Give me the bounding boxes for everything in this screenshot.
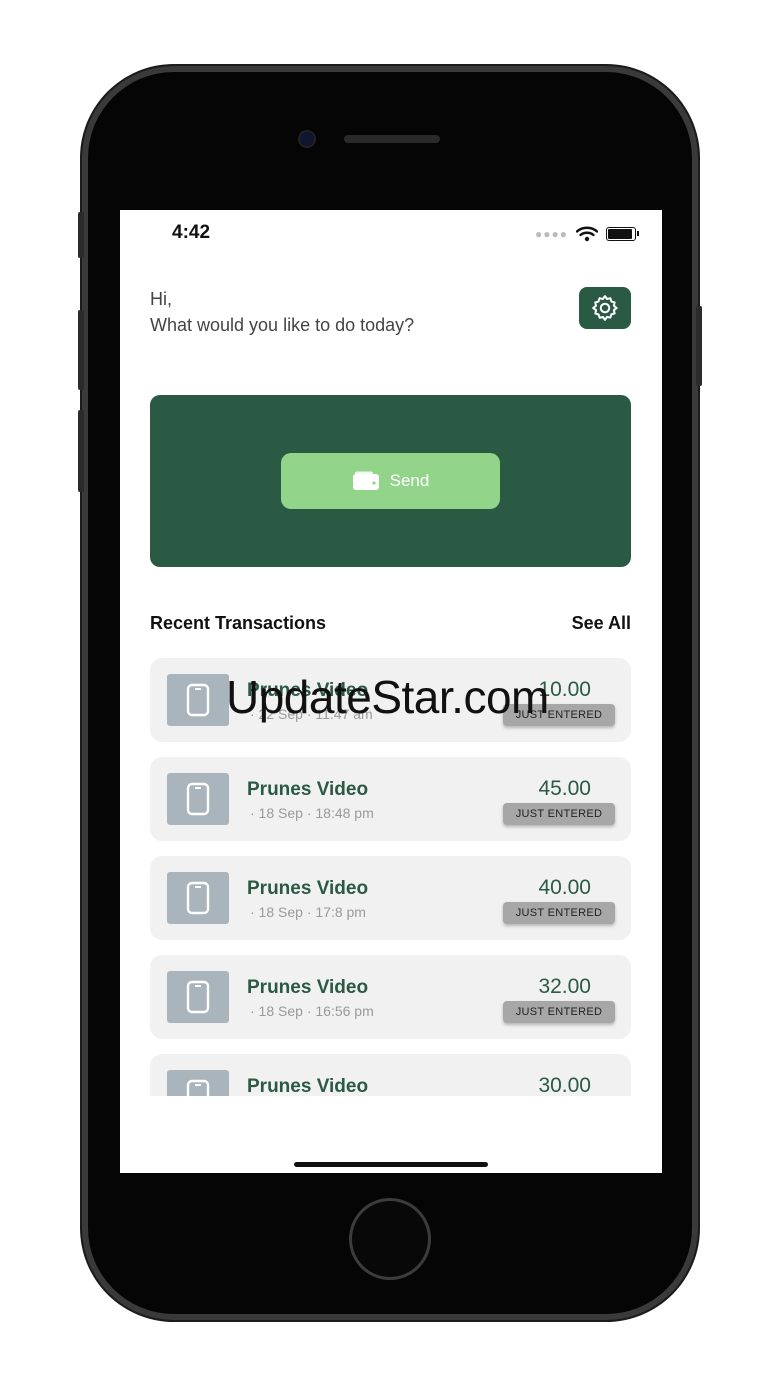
transaction-amount: 30.00 xyxy=(538,1074,591,1096)
greeting: Hi, What would you like to do today? xyxy=(150,286,414,338)
volume-up-button xyxy=(78,310,84,390)
transaction-time: · 17:8 pm xyxy=(306,904,366,920)
transaction-meta: · 18 Sep · 18:48 pm xyxy=(250,805,374,821)
battery-icon xyxy=(606,227,639,241)
wifi-icon xyxy=(576,226,598,242)
greeting-hi: Hi, xyxy=(150,289,172,309)
transaction-amount: 40.00 xyxy=(538,876,591,899)
phone-icon xyxy=(186,980,210,1014)
transaction-icon xyxy=(167,971,229,1023)
transaction-amount: 45.00 xyxy=(538,777,591,800)
front-camera xyxy=(300,132,314,146)
phone-icon xyxy=(186,881,210,915)
signal-icon: ●●●● xyxy=(535,227,568,241)
transaction-item[interactable]: Prunes Video · 18 Sep · 16:56 pm 32.00 J… xyxy=(150,955,631,1039)
home-button xyxy=(349,1198,431,1280)
transaction-amount: 32.00 xyxy=(538,975,591,998)
transaction-date: · 18 Sep xyxy=(250,805,303,821)
transaction-time: · 18:48 pm xyxy=(306,805,374,821)
transaction-meta: · 18 Sep · 17:8 pm xyxy=(250,904,366,920)
send-label: Send xyxy=(389,471,430,490)
transaction-icon xyxy=(167,872,229,924)
watermark: UpdateStar.com xyxy=(226,671,549,723)
transaction-title: Prunes Video xyxy=(247,1076,369,1096)
transaction-icon xyxy=(167,773,229,825)
see-all-link[interactable]: See All xyxy=(572,613,631,634)
transaction-item[interactable]: Prunes Video · 18 Sep · 17:8 pm 40.00 JU… xyxy=(150,856,631,940)
status-time: 4:42 xyxy=(172,222,211,243)
transaction-item[interactable]: Prunes Video · 18 Sep · 18:48 pm 45.00 J… xyxy=(150,757,631,841)
transaction-date: · 18 Sep xyxy=(250,1003,303,1019)
status-icons: ●●●● xyxy=(535,226,639,242)
transaction-icon xyxy=(167,1070,229,1096)
home-indicator xyxy=(294,1162,488,1167)
power-button xyxy=(696,306,702,386)
send-button[interactable]: Send xyxy=(281,453,500,509)
transaction-title: Prunes Video xyxy=(247,977,369,998)
transaction-icon xyxy=(167,674,229,726)
volume-down-button xyxy=(78,410,84,492)
earpiece-speaker xyxy=(344,135,440,143)
settings-button[interactable] xyxy=(579,287,631,329)
transaction-time: · 16:56 pm xyxy=(306,1003,374,1019)
gear-icon xyxy=(592,295,618,321)
status-badge: JUST ENTERED xyxy=(503,803,615,825)
status-badge: JUST ENTERED xyxy=(503,902,615,924)
phone-icon xyxy=(186,683,210,717)
action-card: Send xyxy=(150,395,631,567)
transaction-title: Prunes Video xyxy=(247,878,369,899)
status-badge: JUST ENTERED xyxy=(503,1001,615,1023)
transaction-meta: · 18 Sep · 16:56 pm xyxy=(250,1003,374,1019)
greeting-question: What would you like to do today? xyxy=(150,315,415,335)
phone-icon xyxy=(186,1079,210,1096)
wallet-icon xyxy=(352,471,379,490)
transaction-date: · 18 Sep xyxy=(250,904,303,920)
mute-switch xyxy=(78,212,84,258)
transaction-item[interactable]: Prunes Video 30.00 xyxy=(150,1054,631,1096)
recent-transactions-title: Recent Transactions xyxy=(150,613,327,633)
phone-icon xyxy=(186,782,210,816)
transaction-title: Prunes Video xyxy=(247,779,369,800)
